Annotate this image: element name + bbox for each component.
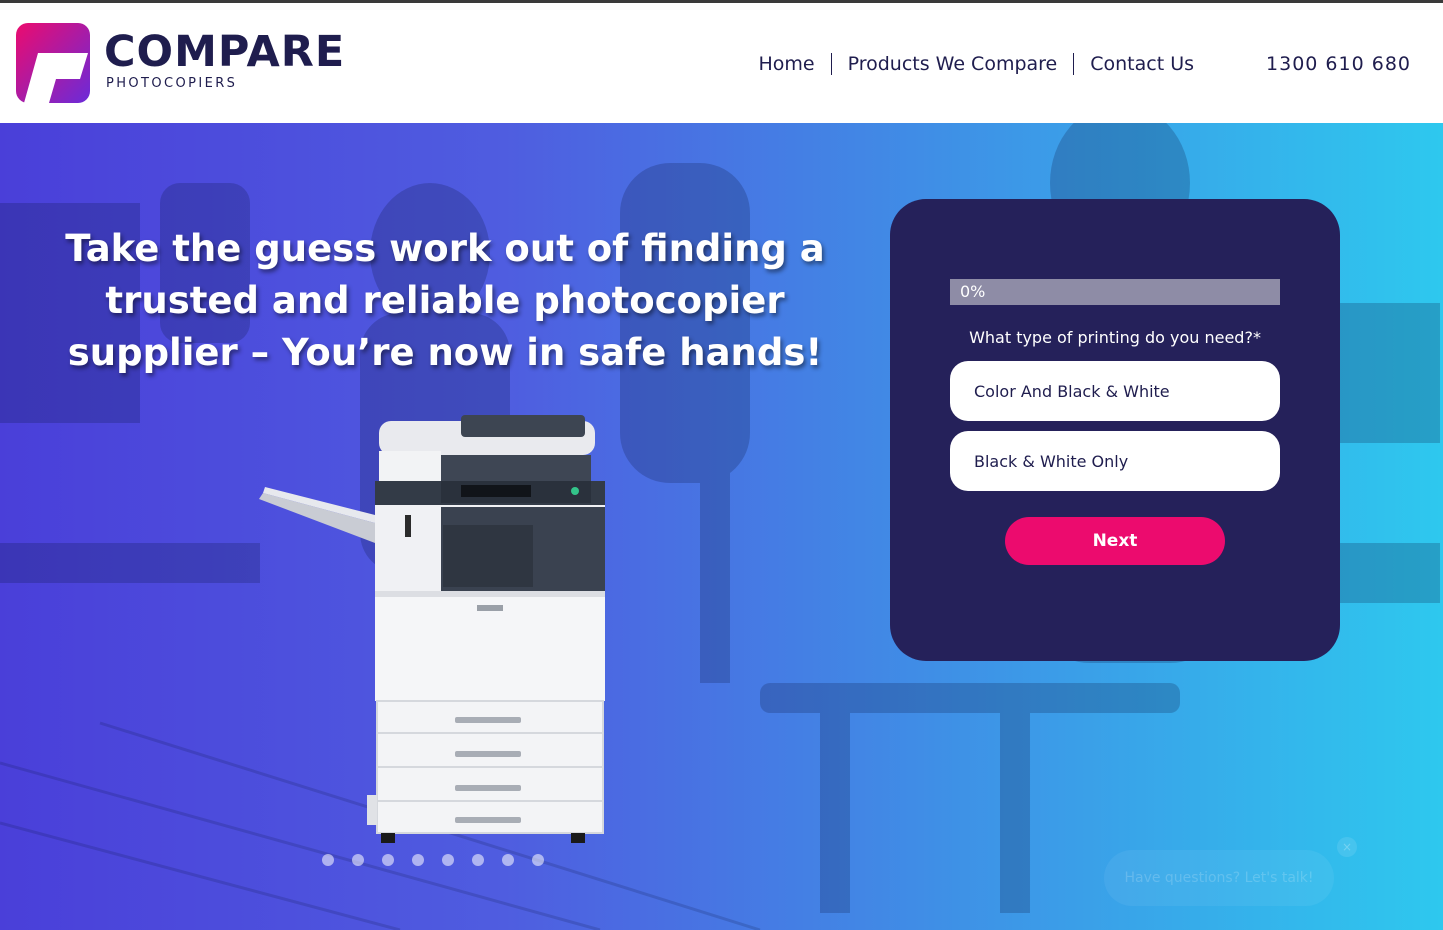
main-nav: Home Products We Compare Contact Us 1300… — [742, 52, 1443, 76]
slider-dot[interactable] — [322, 854, 334, 866]
option-bw-only[interactable]: Black & White Only — [950, 431, 1280, 491]
logo-wordmark: COMPARE — [104, 27, 346, 77]
slider-dot[interactable] — [472, 854, 484, 866]
chat-widget[interactable]: Have questions? Let's talk! — [1104, 850, 1334, 906]
photocopier-image — [259, 415, 605, 843]
nav-contact-us[interactable]: Contact Us — [1074, 53, 1210, 75]
slider-dot[interactable] — [412, 854, 424, 866]
slider-dot[interactable] — [442, 854, 454, 866]
logo-tagline: PHOTOCOPIERS — [106, 76, 238, 91]
slider-dot[interactable] — [382, 854, 394, 866]
logo-mark-icon — [16, 23, 90, 103]
slider-dot[interactable] — [532, 854, 544, 866]
nav-products-we-compare[interactable]: Products We Compare — [832, 53, 1074, 75]
slider-dots — [322, 854, 544, 866]
chat-close-icon[interactable]: × — [1337, 837, 1357, 857]
slider-dot[interactable] — [352, 854, 364, 866]
hero-section: Take the guess work out of finding a tru… — [0, 123, 1443, 930]
next-button[interactable]: Next — [1005, 517, 1225, 565]
option-color-and-bw[interactable]: Color And Black & White — [950, 361, 1280, 421]
form-progress-bar: 0% — [950, 279, 1280, 305]
site-header: COMPARE PHOTOCOPIERS Home Products We Co… — [0, 3, 1443, 123]
form-progress-label: 0% — [960, 282, 986, 301]
quote-form-card: 0% What type of printing do you need?* C… — [890, 199, 1340, 661]
slider-dot[interactable] — [502, 854, 514, 866]
nav-home[interactable]: Home — [742, 53, 830, 75]
form-question: What type of printing do you need?* — [969, 328, 1261, 347]
hero-headline: Take the guess work out of finding a tru… — [65, 227, 825, 374]
site-logo[interactable]: COMPARE PHOTOCOPIERS — [16, 23, 356, 103]
phone-number-link[interactable]: 1300 610 680 — [1266, 53, 1411, 75]
